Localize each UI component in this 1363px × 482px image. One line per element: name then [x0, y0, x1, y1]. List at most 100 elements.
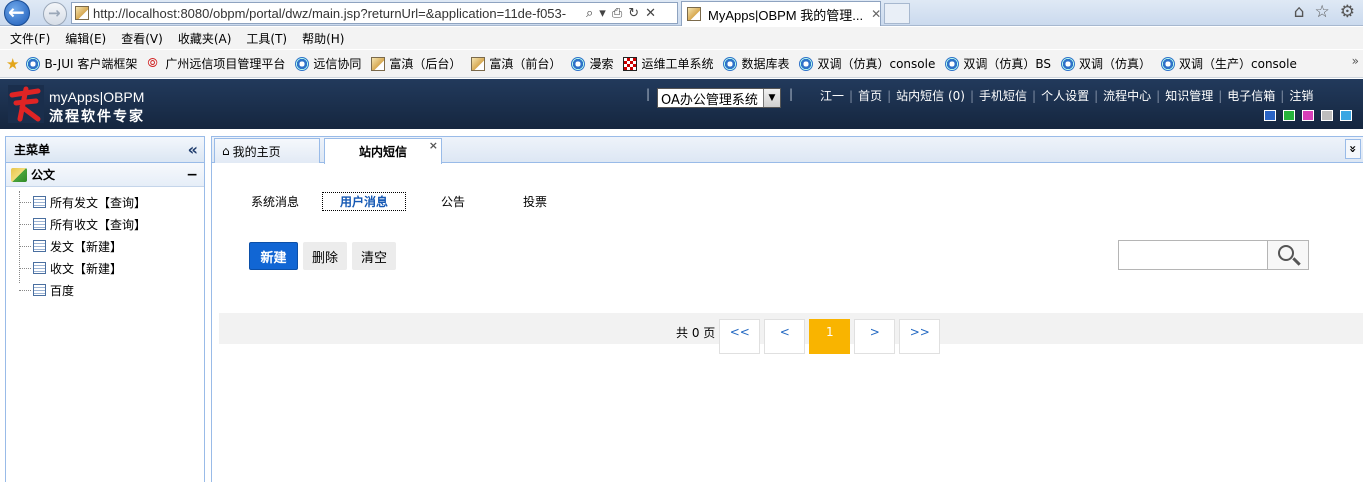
tab-messages[interactable]: 站内短信 ×	[324, 138, 442, 164]
refresh-icon[interactable]: ↻	[628, 6, 639, 21]
sidebar-item-all-incoming[interactable]: 所有收文【查询】	[6, 213, 204, 235]
new-tab-button[interactable]	[884, 3, 910, 24]
sidebar-item-label: 所有发文【查询】	[50, 195, 147, 210]
app-header: myApps|OBPM 流程软件专家 | OA办公管理系统 ▼ | 江一 | 首页…	[0, 79, 1363, 129]
tab-home[interactable]: ⌂ 我的主页	[214, 138, 320, 163]
favorite-link[interactable]: ⦾ 广州远信项目管理平台	[147, 55, 285, 72]
nav-user[interactable]: 江一	[815, 87, 849, 104]
favorite-link[interactable]: 双调（仿真）	[1060, 55, 1151, 72]
browser-tab-title: MyApps|OBPM 我的管理...	[708, 7, 864, 23]
chevron-more-icon[interactable]: »	[1352, 54, 1359, 68]
compat-view-icon[interactable]: ⎙	[612, 6, 622, 21]
tab-votes[interactable]: 投票	[500, 192, 570, 211]
chevron-down-icon[interactable]: ▼	[763, 89, 780, 107]
last-page-button[interactable]: >>	[899, 319, 941, 354]
favorites-star-icon[interactable]: ☆	[1315, 2, 1330, 22]
nav-logout[interactable]: 注销	[1284, 87, 1318, 104]
favorite-link[interactable]: 富滇（前台）	[471, 55, 561, 72]
page-favicon-icon	[75, 6, 89, 20]
gear-icon[interactable]: ⚙	[1340, 2, 1355, 22]
search-box	[1118, 240, 1309, 270]
menu-favorites[interactable]: 收藏夹(A)	[178, 30, 232, 47]
favorites-star-icon[interactable]: ★	[6, 55, 19, 73]
accordion-group[interactable]: 公文 −	[6, 163, 204, 187]
menu-edit[interactable]: 编辑(E)	[65, 30, 106, 47]
nav-home[interactable]: 首页	[853, 87, 887, 104]
nav-knowledge[interactable]: 知识管理	[1160, 87, 1218, 104]
collapse-icon[interactable]: «	[188, 140, 198, 159]
favorite-link[interactable]: B-JUI 客户端框架	[26, 55, 137, 72]
logo-subtitle: 流程软件专家	[49, 109, 145, 125]
nav-email[interactable]: 电子信箱	[1222, 87, 1280, 104]
sidebar-item-label: 所有收文【查询】	[50, 217, 147, 232]
tab-messages-label: 站内短信	[358, 145, 407, 159]
search-icon[interactable]: ⌕	[586, 6, 593, 21]
search-button[interactable]	[1267, 241, 1308, 269]
skin-swatch-pink[interactable]	[1302, 110, 1314, 121]
menu-view[interactable]: 查看(V)	[121, 30, 163, 47]
menu-file[interactable]: 文件(F)	[10, 30, 50, 47]
favorite-link[interactable]: 数据库表	[723, 55, 789, 72]
next-page-button[interactable]: >	[854, 319, 896, 354]
sidebar-item-all-outgoing[interactable]: 所有发文【查询】	[6, 191, 204, 213]
current-page-button[interactable]: 1	[809, 319, 851, 354]
favorite-link[interactable]: 远信协同	[295, 55, 361, 72]
sidebar-item-baidu[interactable]: 百度	[6, 279, 204, 301]
url-text[interactable]: http://localhost:8080/obpm/portal/dwz/ma…	[93, 6, 578, 21]
tab-favicon-icon	[687, 7, 701, 21]
table-icon	[33, 240, 46, 252]
home-icon[interactable]: ⌂	[1294, 2, 1305, 22]
nav-settings[interactable]: 个人设置	[1036, 87, 1094, 104]
nav-messages[interactable]: 站内短信 (0)	[891, 87, 970, 104]
search-input[interactable]	[1119, 241, 1267, 269]
favorite-link[interactable]: 双调（仿真）console	[799, 55, 935, 72]
menu-tools[interactable]: 工具(T)	[246, 30, 287, 47]
skin-swatch-gray[interactable]	[1321, 110, 1333, 121]
favorite-link[interactable]: 运维工单系统	[623, 55, 713, 72]
skin-swatch-lightblue[interactable]	[1340, 110, 1352, 121]
close-icon[interactable]: ×	[429, 139, 438, 152]
ie-page-icon	[723, 56, 738, 71]
clear-button[interactable]: 清空	[352, 242, 397, 270]
stop-icon[interactable]: ✕	[645, 6, 656, 21]
sidebar-item-label: 发文【新建】	[50, 239, 123, 254]
dropdown-icon[interactable]: ▾	[599, 6, 606, 21]
chevron-down-icon[interactable]: »	[1345, 139, 1361, 159]
forward-arrow-icon[interactable]	[43, 2, 67, 26]
home-icon: ⌂	[222, 144, 230, 158]
browser-titlebar: http://localhost:8080/obpm/portal/dwz/ma…	[0, 0, 1363, 26]
prev-page-button[interactable]: <	[764, 319, 806, 354]
tab-user-messages[interactable]: 用户消息	[322, 192, 406, 211]
divider: |	[646, 87, 651, 101]
sidebar-item-new-incoming[interactable]: 收文【新建】	[6, 257, 204, 279]
favorite-link[interactable]: 漫索	[571, 55, 613, 72]
sidebar-header: 主菜单 «	[6, 137, 204, 163]
system-select[interactable]: OA办公管理系统 ▼	[657, 88, 781, 108]
table-icon	[33, 284, 46, 296]
browser-tab[interactable]: MyApps|OBPM 我的管理... ✕	[681, 1, 881, 26]
favorite-link[interactable]: 双调（生产）console	[1161, 55, 1297, 72]
delete-button[interactable]: 删除	[303, 242, 348, 270]
tab-system-messages[interactable]: 系统消息	[240, 192, 310, 211]
nav-sms[interactable]: 手机短信	[974, 87, 1032, 104]
page-total: 共 0 页	[676, 326, 716, 340]
logo-icon	[8, 85, 44, 123]
menu-help[interactable]: 帮助(H)	[302, 30, 344, 47]
favorite-link[interactable]: 双调（仿真）BS	[945, 55, 1051, 72]
close-tab-icon[interactable]: ✕	[871, 7, 881, 21]
favorite-link[interactable]: 富滇（后台）	[371, 55, 461, 72]
minus-icon[interactable]: −	[186, 167, 198, 183]
first-page-button[interactable]: <<	[719, 319, 761, 354]
logo-title: myApps|OBPM	[49, 89, 145, 105]
sidebar-item-new-outgoing[interactable]: 发文【新建】	[6, 235, 204, 257]
ie-page-icon	[26, 56, 41, 71]
ie-page-icon	[945, 56, 960, 71]
nav-workflow[interactable]: 流程中心	[1098, 87, 1156, 104]
skin-swatch-green[interactable]	[1283, 110, 1295, 121]
sidebar: 主菜单 « 公文 − 所有发文【查询】 所有收文【查询】 发文【新建】 收文【新…	[5, 136, 205, 482]
address-bar[interactable]: http://localhost:8080/obpm/portal/dwz/ma…	[71, 2, 678, 24]
tab-announcements[interactable]: 公告	[418, 192, 488, 211]
new-button[interactable]: 新建	[249, 242, 298, 270]
skin-swatch-blue[interactable]	[1264, 110, 1276, 121]
back-arrow-icon[interactable]	[4, 0, 30, 26]
